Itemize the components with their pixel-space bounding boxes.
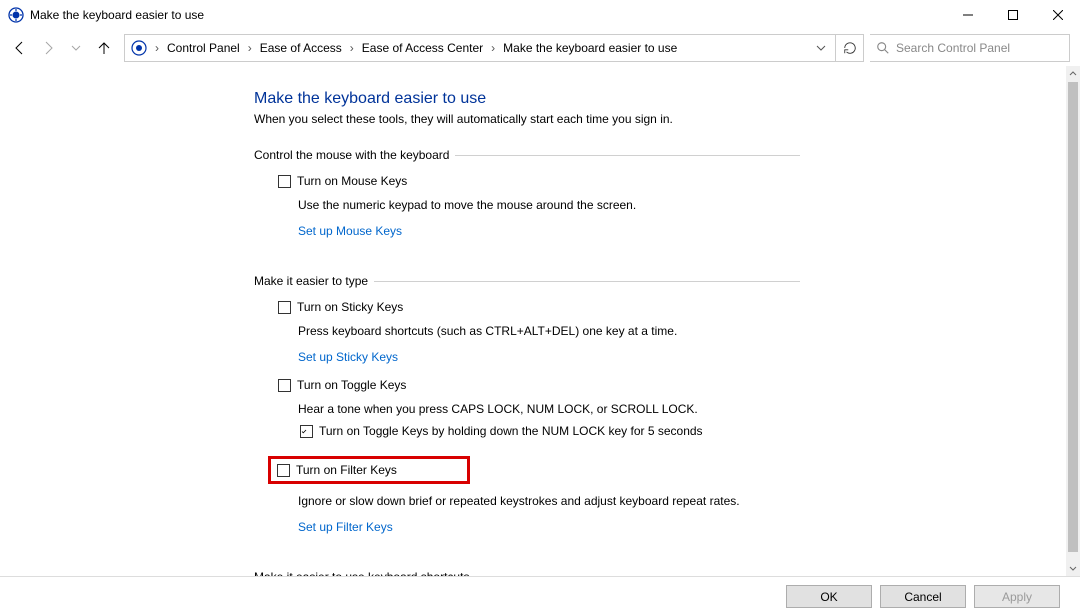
ease-of-access-icon xyxy=(131,40,147,56)
link-setup-filter-keys[interactable]: Set up Filter Keys xyxy=(298,520,393,534)
highlight-filter-keys: Turn on Filter Keys xyxy=(268,456,470,484)
recent-locations-dropdown[interactable] xyxy=(66,38,86,58)
ease-of-access-icon xyxy=(8,7,24,23)
title-bar: Make the keyboard easier to use xyxy=(0,0,1080,30)
group-easier-type: Make it easier to type Turn on Sticky Ke… xyxy=(254,274,800,548)
up-button[interactable] xyxy=(94,38,114,58)
back-button[interactable] xyxy=(10,38,30,58)
scroll-down-button[interactable] xyxy=(1066,560,1080,576)
group-control-mouse: Control the mouse with the keyboard Turn… xyxy=(254,148,800,252)
divider xyxy=(455,155,800,156)
label-toggle-keys: Turn on Toggle Keys xyxy=(297,378,406,392)
chevron-right-icon[interactable]: › xyxy=(153,41,161,55)
address-dropdown[interactable] xyxy=(811,35,831,61)
checkbox-toggle-keys-numlock[interactable] xyxy=(300,425,313,438)
chevron-right-icon[interactable]: › xyxy=(489,41,497,55)
ok-button[interactable]: OK xyxy=(786,585,872,608)
search-input[interactable]: Search Control Panel xyxy=(870,34,1070,62)
close-button[interactable] xyxy=(1035,0,1080,30)
checkbox-filter-keys[interactable] xyxy=(277,464,290,477)
link-setup-sticky-keys[interactable]: Set up Sticky Keys xyxy=(298,350,398,364)
scroll-up-button[interactable] xyxy=(1066,66,1080,82)
label-mouse-keys: Turn on Mouse Keys xyxy=(297,174,407,188)
cancel-button[interactable]: Cancel xyxy=(880,585,966,608)
page-title: Make the keyboard easier to use xyxy=(254,90,800,108)
label-toggle-keys-numlock: Turn on Toggle Keys by holding down the … xyxy=(319,424,703,438)
minimize-button[interactable] xyxy=(945,0,990,30)
group-title-mouse: Control the mouse with the keyboard xyxy=(254,148,449,162)
window-title: Make the keyboard easier to use xyxy=(30,8,204,22)
desc-toggle-keys: Hear a tone when you press CAPS LOCK, NU… xyxy=(298,402,800,416)
breadcrumb-ease-of-access-center[interactable]: Ease of Access Center xyxy=(358,41,487,55)
scrollbar-thumb[interactable] xyxy=(1068,82,1078,552)
checkbox-sticky-keys[interactable] xyxy=(278,301,291,314)
desc-sticky-keys: Press keyboard shortcuts (such as CTRL+A… xyxy=(298,324,800,338)
breadcrumb-ease-of-access[interactable]: Ease of Access xyxy=(256,41,346,55)
chevron-right-icon[interactable]: › xyxy=(246,41,254,55)
group-title-type: Make it easier to type xyxy=(254,274,368,288)
label-sticky-keys: Turn on Sticky Keys xyxy=(297,300,403,314)
maximize-button[interactable] xyxy=(990,0,1035,30)
checkbox-toggle-keys[interactable] xyxy=(278,379,291,392)
search-placeholder: Search Control Panel xyxy=(896,41,1010,55)
label-filter-keys: Turn on Filter Keys xyxy=(296,463,397,477)
vertical-scrollbar[interactable] xyxy=(1066,66,1080,576)
dialog-footer: OK Cancel Apply xyxy=(0,576,1080,616)
search-icon xyxy=(876,41,890,55)
breadcrumb-current[interactable]: Make the keyboard easier to use xyxy=(499,41,681,55)
desc-filter-keys: Ignore or slow down brief or repeated ke… xyxy=(298,494,800,508)
checkbox-mouse-keys[interactable] xyxy=(278,175,291,188)
breadcrumb-control-panel[interactable]: Control Panel xyxy=(163,41,244,55)
desc-mouse-keys: Use the numeric keypad to move the mouse… xyxy=(298,198,800,212)
divider xyxy=(374,281,800,282)
forward-button[interactable] xyxy=(38,38,58,58)
main-content: Make the keyboard easier to use When you… xyxy=(0,66,800,576)
refresh-button[interactable] xyxy=(836,34,864,62)
address-bar[interactable]: › Control Panel › Ease of Access › Ease … xyxy=(124,34,836,62)
navigation-bar: › Control Panel › Ease of Access › Ease … xyxy=(0,30,1080,66)
chevron-right-icon[interactable]: › xyxy=(348,41,356,55)
apply-button[interactable]: Apply xyxy=(974,585,1060,608)
link-setup-mouse-keys[interactable]: Set up Mouse Keys xyxy=(298,224,402,238)
page-subtitle: When you select these tools, they will a… xyxy=(254,112,800,126)
